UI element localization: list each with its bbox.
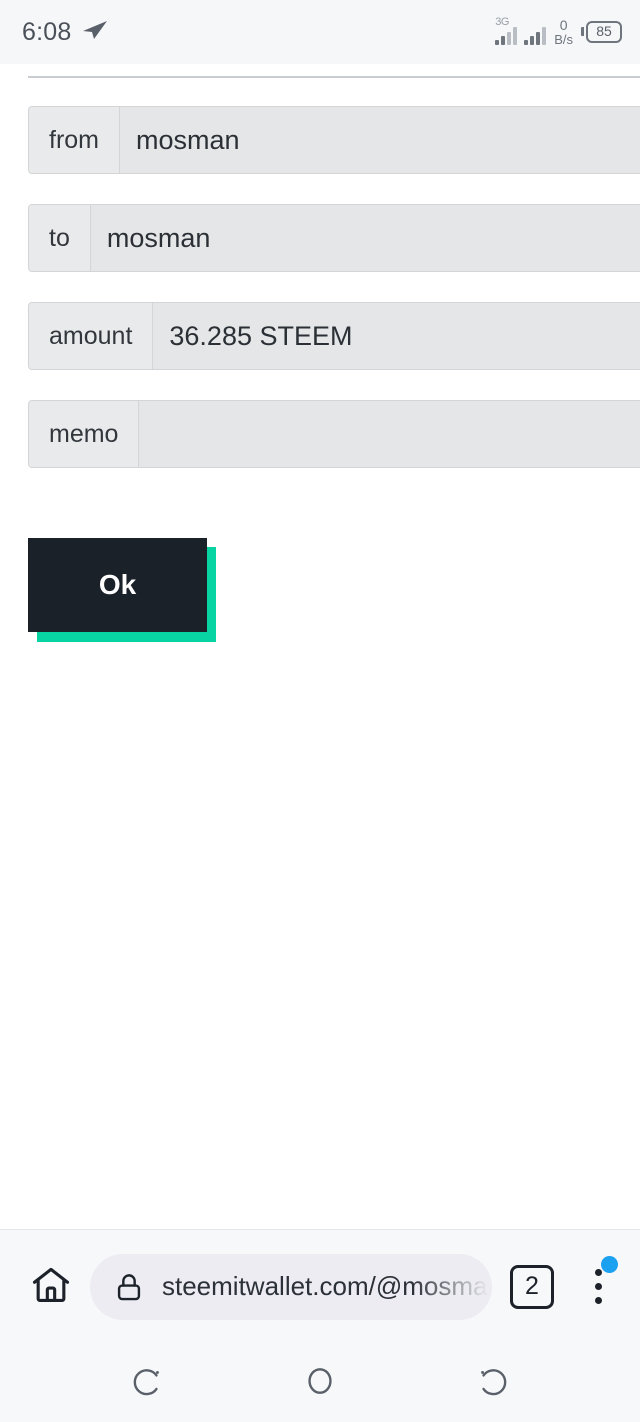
nav-home-button[interactable] [280, 1353, 360, 1413]
field-row-from[interactable]: from mosman [28, 106, 640, 174]
network-type-label: 3G [495, 15, 509, 28]
field-value-amount[interactable]: 36.285 STEEM [153, 303, 640, 369]
url-bar[interactable]: steemitwallet.com/@mosman [90, 1253, 492, 1320]
home-icon [29, 1263, 73, 1310]
status-bar: 6:08 3G 0 B/s 85 [0, 0, 640, 64]
field-value-memo[interactable] [139, 401, 640, 467]
android-navigation-bar [0, 1343, 640, 1422]
data-rate-unit: B/s [554, 31, 573, 47]
browser-toolbar: steemitwallet.com/@mosman 2 [0, 1229, 640, 1343]
field-row-memo[interactable]: memo [28, 400, 640, 468]
page-content: from mosman to mosman amount 36.285 STEE… [0, 64, 640, 1229]
status-clock: 6:08 [22, 17, 72, 46]
field-label-to: to [29, 205, 91, 271]
status-bar-right: 3G 0 B/s 85 [495, 15, 622, 46]
more-vertical-icon [594, 1269, 602, 1276]
signal-bars-icon [524, 19, 547, 45]
battery-icon: 85 [581, 21, 622, 43]
field-row-amount[interactable]: amount 36.285 STEEM [28, 302, 640, 370]
signal-3g-icon: 3G [495, 15, 518, 45]
recents-icon [128, 1362, 166, 1403]
field-label-amount: amount [29, 303, 154, 369]
paper-plane-icon [81, 18, 109, 47]
divider [28, 76, 640, 78]
field-value-from[interactable]: mosman [120, 107, 640, 173]
home-button[interactable] [24, 1260, 78, 1314]
ok-button-wrapper: Ok [28, 538, 216, 642]
tab-counter-button[interactable]: 2 [510, 1264, 554, 1309]
ok-button[interactable]: Ok [28, 538, 207, 632]
field-row-to[interactable]: to mosman [28, 204, 640, 272]
field-value-to[interactable]: mosman [90, 205, 640, 271]
url-text: steemitwallet.com/@mosman [162, 1271, 492, 1301]
battery-percent-label: 85 [586, 21, 622, 43]
status-bar-left: 6:08 [22, 18, 109, 47]
field-label-memo: memo [29, 401, 140, 467]
menu-notification-badge [601, 1255, 618, 1273]
data-rate-indicator: 0 B/s [554, 18, 573, 46]
nav-recents-button[interactable] [107, 1353, 187, 1413]
lock-icon [112, 1270, 146, 1304]
data-rate-value: 0 [559, 16, 568, 33]
nav-back-button[interactable] [453, 1353, 533, 1413]
browser-menu-button[interactable] [576, 1255, 620, 1315]
back-icon [474, 1362, 512, 1403]
home-circle-icon [301, 1362, 339, 1403]
field-label-from: from [29, 107, 120, 173]
